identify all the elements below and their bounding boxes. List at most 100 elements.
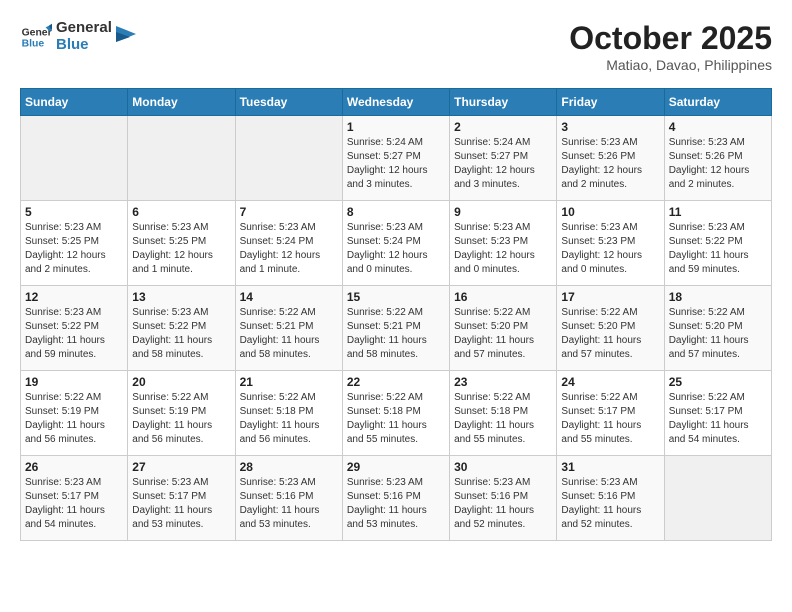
calendar-cell: 7 Sunrise: 5:23 AM Sunset: 5:24 PM Daylig… [235,201,342,286]
calendar-cell: 20 Sunrise: 5:22 AM Sunset: 5:19 PM Dayli… [128,371,235,456]
weekday-header: Saturday [664,89,771,116]
calendar-cell: 23 Sunrise: 5:22 AM Sunset: 5:18 PM Dayli… [450,371,557,456]
day-number: 7 [240,205,338,219]
day-number: 26 [25,460,123,474]
logo-line1: General [56,20,112,37]
day-info: Sunrise: 5:22 AM Sunset: 5:20 PM Dayligh… [454,306,552,362]
day-number: 5 [25,205,123,219]
day-number: 14 [240,290,338,304]
day-info: Sunrise: 5:23 AM Sunset: 5:16 PM Dayligh… [240,476,338,532]
day-info: Sunrise: 5:23 AM Sunset: 5:23 PM Dayligh… [454,221,552,277]
day-info: Sunrise: 5:23 AM Sunset: 5:26 PM Dayligh… [561,136,659,192]
weekday-header: Friday [557,89,664,116]
calendar-week-row: 12 Sunrise: 5:23 AM Sunset: 5:22 PM Dayli… [21,286,772,371]
weekday-header: Thursday [450,89,557,116]
page-header: General Blue General Blue October 2025 M… [20,20,772,73]
day-info: Sunrise: 5:22 AM Sunset: 5:17 PM Dayligh… [669,391,767,447]
calendar-cell: 24Sunrise: 5:22 AM Sunset: 5:17 PM Dayli… [557,371,664,456]
day-info: Sunrise: 5:23 AM Sunset: 5:24 PM Dayligh… [347,221,445,277]
day-number: 25 [669,375,767,389]
day-info: Sunrise: 5:23 AM Sunset: 5:25 PM Dayligh… [25,221,123,277]
calendar-cell: 13 Sunrise: 5:23 AM Sunset: 5:22 PM Dayli… [128,286,235,371]
day-info: Sunrise: 5:23 AM Sunset: 5:16 PM Dayligh… [561,476,659,532]
day-number: 13 [132,290,230,304]
logo-arrow-icon [116,26,136,48]
day-info: Sunrise: 5:23 AM Sunset: 5:22 PM Dayligh… [132,306,230,362]
day-info: Sunrise: 5:23 AM Sunset: 5:22 PM Dayligh… [25,306,123,362]
calendar-cell [128,116,235,201]
day-number: 22 [347,375,445,389]
calendar-cell: 16 Sunrise: 5:22 AM Sunset: 5:20 PM Dayli… [450,286,557,371]
calendar-cell: 22 Sunrise: 5:22 AM Sunset: 5:18 PM Dayli… [342,371,449,456]
calendar-week-row: 1Sunrise: 5:24 AM Sunset: 5:27 PM Daylig… [21,116,772,201]
day-number: 29 [347,460,445,474]
day-info: Sunrise: 5:22 AM Sunset: 5:19 PM Dayligh… [25,391,123,447]
calendar-cell: 8Sunrise: 5:23 AM Sunset: 5:24 PM Daylig… [342,201,449,286]
day-number: 3 [561,120,659,134]
calendar-cell: 19 Sunrise: 5:22 AM Sunset: 5:19 PM Dayli… [21,371,128,456]
calendar-cell [235,116,342,201]
weekday-header: Tuesday [235,89,342,116]
logo-icon: General Blue [20,21,52,53]
day-number: 31 [561,460,659,474]
calendar-cell: 12 Sunrise: 5:23 AM Sunset: 5:22 PM Dayli… [21,286,128,371]
day-info: Sunrise: 5:23 AM Sunset: 5:17 PM Dayligh… [132,476,230,532]
day-number: 6 [132,205,230,219]
calendar-week-row: 26 Sunrise: 5:23 AM Sunset: 5:17 PM Dayli… [21,456,772,541]
day-info: Sunrise: 5:23 AM Sunset: 5:17 PM Dayligh… [25,476,123,532]
weekday-header: Wednesday [342,89,449,116]
calendar-cell: 6 Sunrise: 5:23 AM Sunset: 5:25 PM Daylig… [128,201,235,286]
day-info: Sunrise: 5:22 AM Sunset: 5:21 PM Dayligh… [347,306,445,362]
day-number: 18 [669,290,767,304]
day-info: Sunrise: 5:24 AM Sunset: 5:27 PM Dayligh… [347,136,445,192]
calendar-cell [664,456,771,541]
day-number: 15 [347,290,445,304]
logo: General Blue General Blue [20,20,136,53]
day-number: 2 [454,120,552,134]
weekday-header: Sunday [21,89,128,116]
day-info: Sunrise: 5:23 AM Sunset: 5:16 PM Dayligh… [347,476,445,532]
svg-text:Blue: Blue [22,38,45,49]
location: Matiao, Davao, Philippines [569,57,772,73]
day-info: Sunrise: 5:22 AM Sunset: 5:18 PM Dayligh… [240,391,338,447]
day-info: Sunrise: 5:23 AM Sunset: 5:24 PM Dayligh… [240,221,338,277]
day-number: 11 [669,205,767,219]
day-number: 16 [454,290,552,304]
day-number: 28 [240,460,338,474]
day-info: Sunrise: 5:22 AM Sunset: 5:18 PM Dayligh… [347,391,445,447]
day-info: Sunrise: 5:24 AM Sunset: 5:27 PM Dayligh… [454,136,552,192]
month-title: October 2025 [569,20,772,57]
day-info: Sunrise: 5:22 AM Sunset: 5:17 PM Dayligh… [561,391,659,447]
calendar-cell: 27Sunrise: 5:23 AM Sunset: 5:17 PM Dayli… [128,456,235,541]
calendar-cell [21,116,128,201]
calendar-cell: 5 Sunrise: 5:23 AM Sunset: 5:25 PM Daylig… [21,201,128,286]
day-info: Sunrise: 5:23 AM Sunset: 5:23 PM Dayligh… [561,221,659,277]
day-number: 12 [25,290,123,304]
day-info: Sunrise: 5:22 AM Sunset: 5:19 PM Dayligh… [132,391,230,447]
day-info: Sunrise: 5:22 AM Sunset: 5:18 PM Dayligh… [454,391,552,447]
day-number: 9 [454,205,552,219]
calendar-cell: 11 Sunrise: 5:23 AM Sunset: 5:22 PM Dayli… [664,201,771,286]
logo-line2: Blue [56,37,112,54]
calendar-cell: 28 Sunrise: 5:23 AM Sunset: 5:16 PM Dayli… [235,456,342,541]
day-info: Sunrise: 5:23 AM Sunset: 5:22 PM Dayligh… [669,221,767,277]
calendar-table: SundayMondayTuesdayWednesdayThursdayFrid… [20,88,772,541]
day-number: 30 [454,460,552,474]
day-number: 19 [25,375,123,389]
calendar-cell: 3 Sunrise: 5:23 AM Sunset: 5:26 PM Daylig… [557,116,664,201]
calendar-cell: 31 Sunrise: 5:23 AM Sunset: 5:16 PM Dayli… [557,456,664,541]
day-number: 23 [454,375,552,389]
calendar-cell: 29 Sunrise: 5:23 AM Sunset: 5:16 PM Dayli… [342,456,449,541]
day-info: Sunrise: 5:23 AM Sunset: 5:26 PM Dayligh… [669,136,767,192]
calendar-week-row: 5 Sunrise: 5:23 AM Sunset: 5:25 PM Daylig… [21,201,772,286]
day-number: 20 [132,375,230,389]
day-info: Sunrise: 5:23 AM Sunset: 5:25 PM Dayligh… [132,221,230,277]
weekday-header-row: SundayMondayTuesdayWednesdayThursdayFrid… [21,89,772,116]
day-number: 21 [240,375,338,389]
calendar-cell: 15 Sunrise: 5:22 AM Sunset: 5:21 PM Dayli… [342,286,449,371]
calendar-cell: 2 Sunrise: 5:24 AM Sunset: 5:27 PM Daylig… [450,116,557,201]
day-number: 4 [669,120,767,134]
calendar-week-row: 19 Sunrise: 5:22 AM Sunset: 5:19 PM Dayli… [21,371,772,456]
calendar-cell: 17Sunrise: 5:22 AM Sunset: 5:20 PM Dayli… [557,286,664,371]
calendar-cell: 21 Sunrise: 5:22 AM Sunset: 5:18 PM Dayli… [235,371,342,456]
